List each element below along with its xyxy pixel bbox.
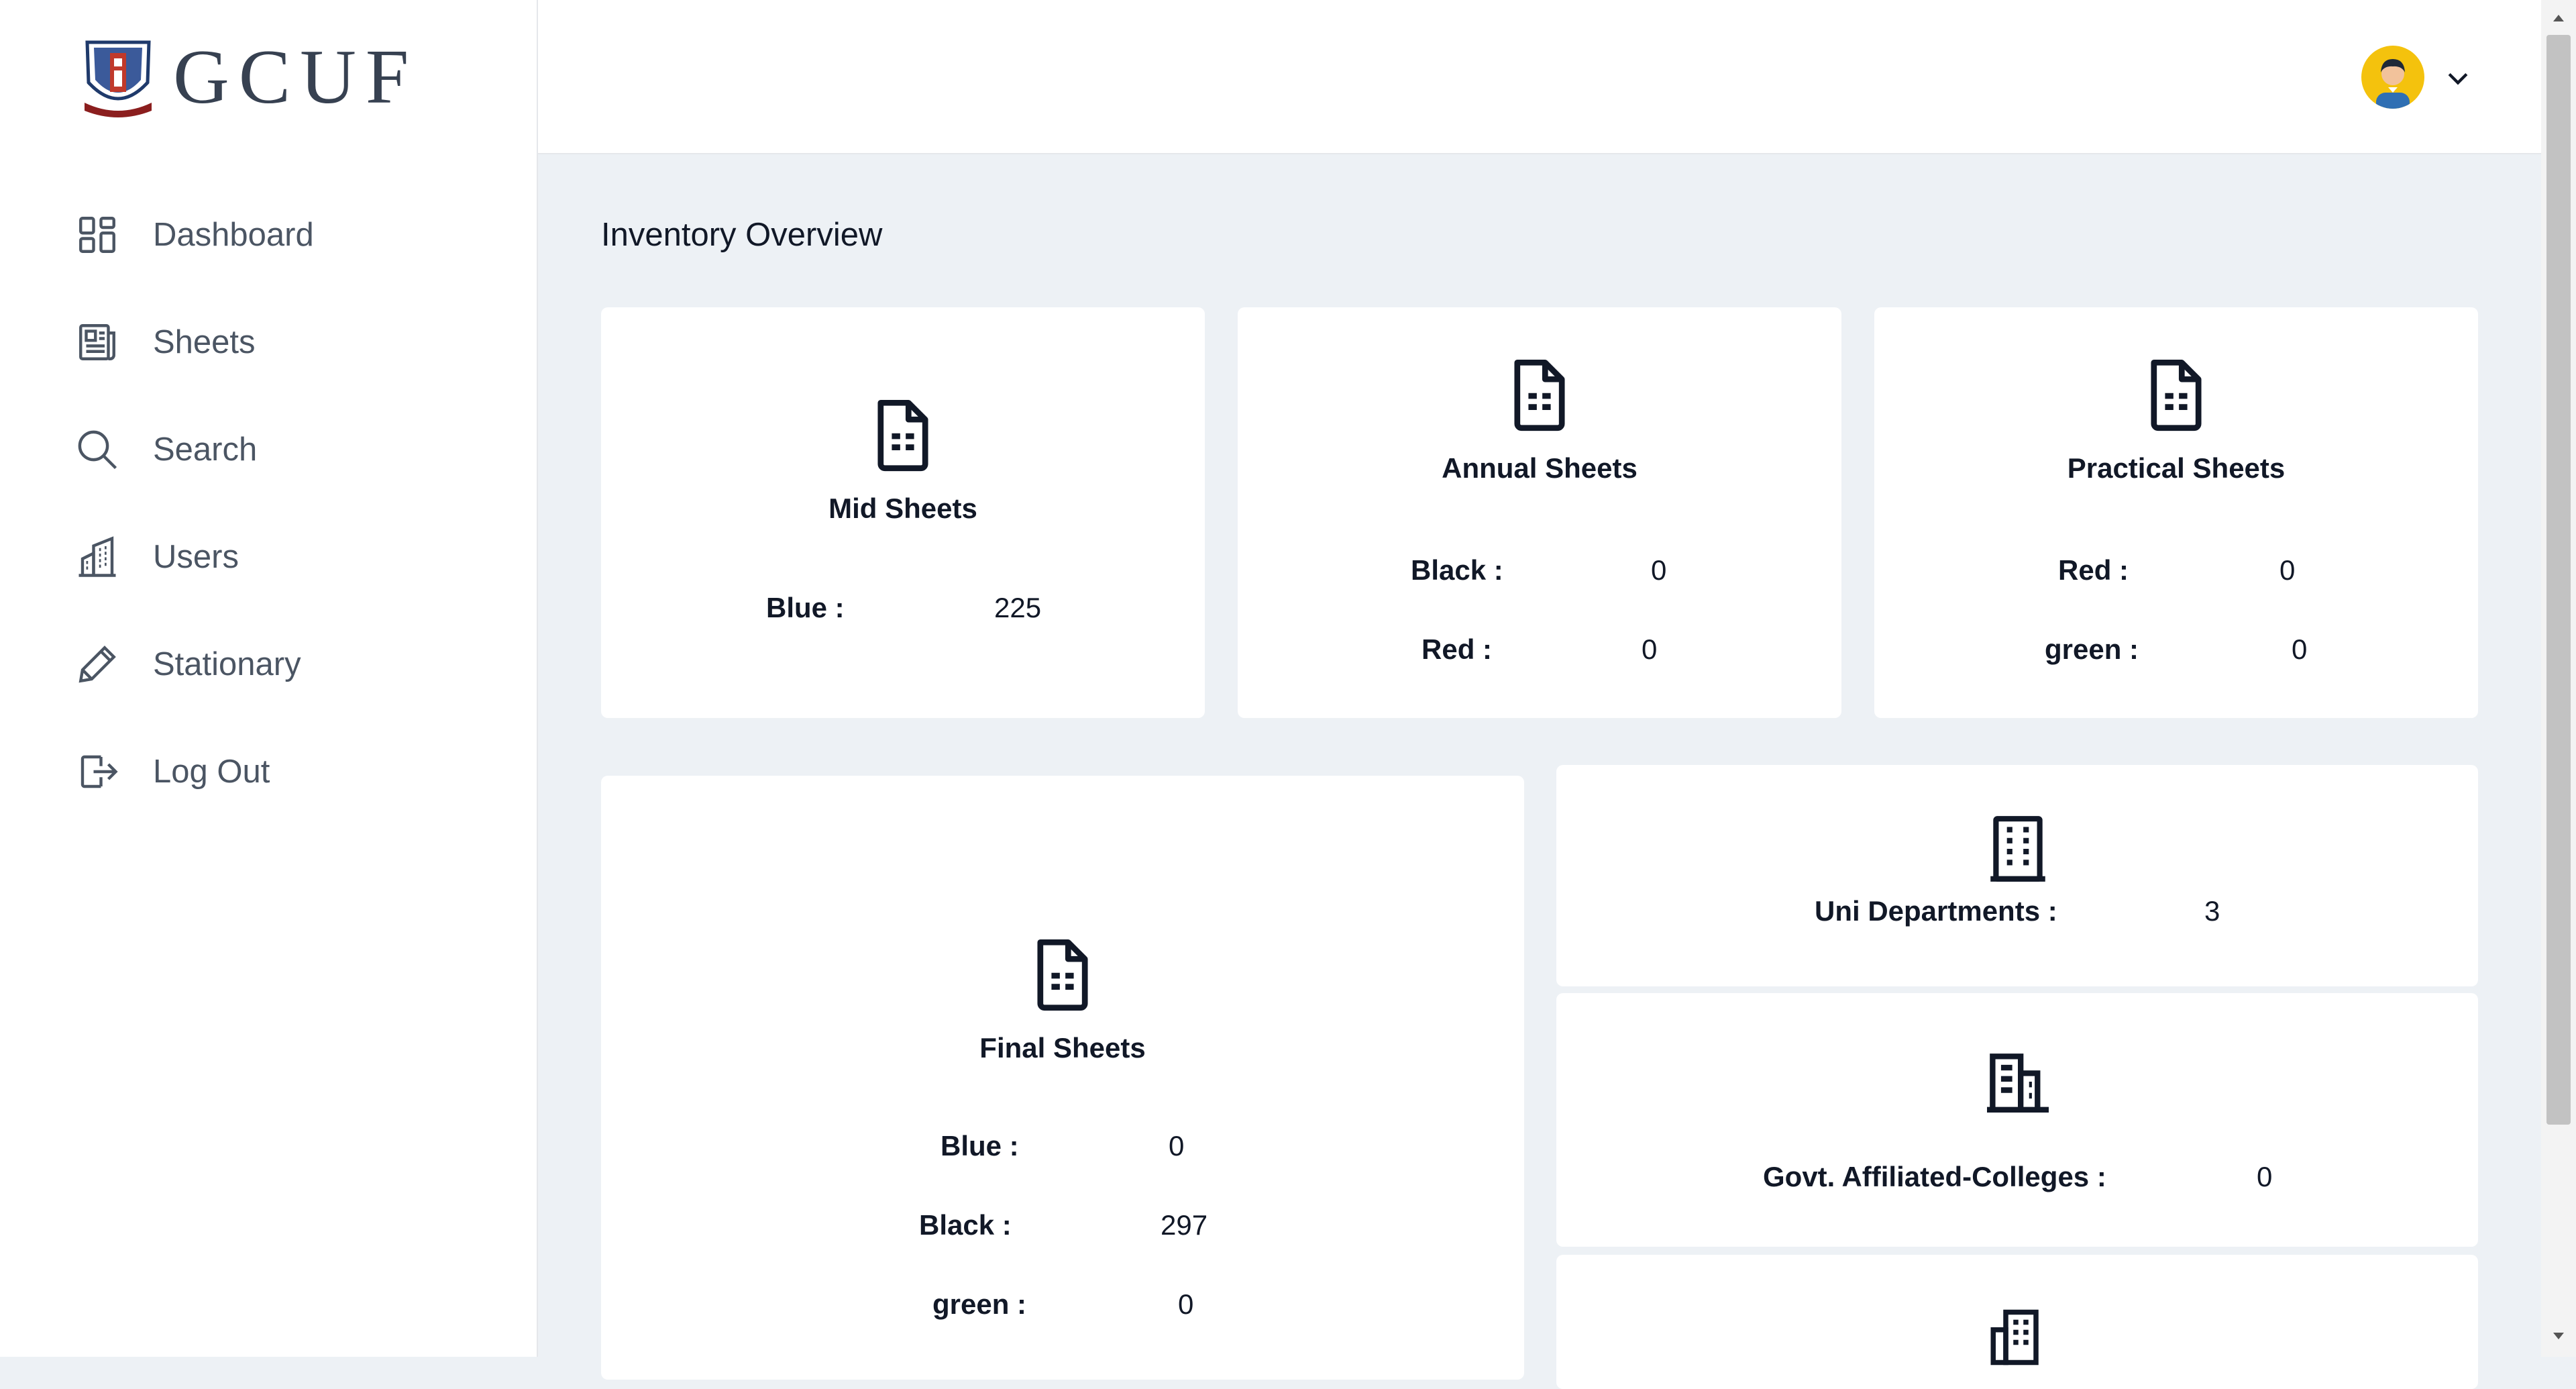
sidebar-item-label: Dashboard xyxy=(153,217,314,253)
office-building-icon xyxy=(1987,1053,2049,1113)
document-icon xyxy=(1514,359,1565,431)
sheet-count-row: green : 0 xyxy=(601,1288,1524,1329)
row-value: 3 xyxy=(2204,895,2220,927)
sheet-count-row: Black : 297 xyxy=(601,1209,1524,1249)
buildings-icon xyxy=(1990,1309,2039,1366)
gcuf-logo[interactable]: GCUF xyxy=(80,34,418,121)
pencil-icon xyxy=(74,641,121,688)
row-value: 297 xyxy=(1161,1209,1208,1241)
stat-row: Govt. Affiliated-Colleges : 0 xyxy=(1556,1161,2478,1201)
practical-sheets-card: Practical Sheets Red : 0 green : 0 xyxy=(1874,307,2478,718)
mid-sheets-card: Mid Sheets Blue : 225 xyxy=(601,307,1205,718)
users-icon xyxy=(74,533,121,580)
card-title: Practical Sheets xyxy=(2067,452,2286,484)
row-label: Uni Departments : xyxy=(1815,895,2057,927)
sheets-icon xyxy=(74,319,121,366)
sidebar-item-users[interactable]: Users xyxy=(74,503,314,611)
sidebar-item-search[interactable]: Search xyxy=(74,396,314,503)
row-value: 0 xyxy=(1651,554,1667,586)
sheet-count-row: Black : 0 xyxy=(1238,554,1841,595)
row-label: green : xyxy=(2045,633,2139,665)
document-icon xyxy=(2151,359,2202,431)
sidebar-item-stationary[interactable]: Stationary xyxy=(74,611,314,718)
scroll-up-arrow-icon[interactable] xyxy=(2551,11,2567,24)
buildings-card xyxy=(1556,1255,2478,1389)
user-avatar-icon xyxy=(2376,59,2410,109)
row-value: 0 xyxy=(2292,633,2308,665)
scroll-down-arrow-icon[interactable] xyxy=(2551,1330,2567,1343)
chevron-down-icon[interactable] xyxy=(2443,63,2473,93)
card-title: Mid Sheets xyxy=(828,493,977,524)
sheet-count-row: Red : 0 xyxy=(1238,633,1841,674)
row-value: 0 xyxy=(1169,1130,1185,1162)
sheet-count-row: Red : 0 xyxy=(1874,554,2478,595)
sidebar-item-sheets[interactable]: Sheets xyxy=(74,289,314,396)
row-label: green : xyxy=(932,1288,1027,1320)
sidebar-item-label: Users xyxy=(153,539,239,575)
row-label: Red : xyxy=(2058,554,2129,586)
scrollbar-thumb[interactable] xyxy=(2546,35,2571,1125)
uni-departments-card: Uni Departments : 3 xyxy=(1556,765,2478,986)
sidebar-nav: Dashboard Sheets Search Users Stationary… xyxy=(74,181,314,825)
page-scrollbar[interactable] xyxy=(2541,0,2576,1357)
user-avatar[interactable] xyxy=(2361,46,2424,109)
sidebar-item-label: Stationary xyxy=(153,646,301,682)
logo-text: GCUF xyxy=(173,34,419,120)
govt-affiliated-colleges-card: Govt. Affiliated-Colleges : 0 xyxy=(1556,993,2478,1247)
annual-sheets-card: Annual Sheets Black : 0 Red : 0 xyxy=(1238,307,1841,718)
row-value: 0 xyxy=(1178,1288,1194,1320)
sidebar-item-dashboard[interactable]: Dashboard xyxy=(74,181,314,289)
top-header xyxy=(538,0,2541,154)
sidebar-item-logout[interactable]: Log Out xyxy=(74,718,314,825)
sidebar-item-label: Search xyxy=(153,431,258,468)
building-icon xyxy=(1990,816,2045,882)
row-value: 0 xyxy=(1642,633,1658,665)
university-crest-icon xyxy=(85,40,152,117)
sidebar-item-label: Sheets xyxy=(153,324,256,360)
row-label: Govt. Affiliated-Colleges : xyxy=(1763,1161,2106,1192)
card-title: Annual Sheets xyxy=(1442,452,1638,484)
stat-row: Uni Departments : 3 xyxy=(1556,895,2478,935)
row-label: Blue : xyxy=(766,592,845,623)
card-title: Final Sheets xyxy=(979,1032,1146,1064)
row-label: Red : xyxy=(1421,633,1492,665)
sidebar: GCUF Dashboard Sheets Search Users Stati… xyxy=(0,0,538,1357)
row-label: Black : xyxy=(919,1209,1012,1241)
row-value: 225 xyxy=(994,592,1042,623)
row-value: 0 xyxy=(2257,1161,2273,1192)
document-icon xyxy=(877,399,928,472)
dashboard-icon xyxy=(74,211,121,258)
sheet-count-row: green : 0 xyxy=(1874,633,2478,674)
page-title: Inventory Overview xyxy=(601,217,883,253)
row-label: Black : xyxy=(1411,554,1503,586)
document-icon xyxy=(1037,939,1088,1011)
row-label: Blue : xyxy=(941,1130,1019,1162)
logout-icon xyxy=(74,748,121,795)
row-value: 0 xyxy=(2279,554,2296,586)
sidebar-item-label: Log Out xyxy=(153,754,270,790)
search-icon xyxy=(74,426,121,473)
final-sheets-card: Final Sheets Blue : 0 Black : 297 green … xyxy=(601,776,1524,1380)
sheet-count-row: Blue : 0 xyxy=(601,1130,1524,1170)
sheet-count-row: Blue : 225 xyxy=(601,592,1205,632)
